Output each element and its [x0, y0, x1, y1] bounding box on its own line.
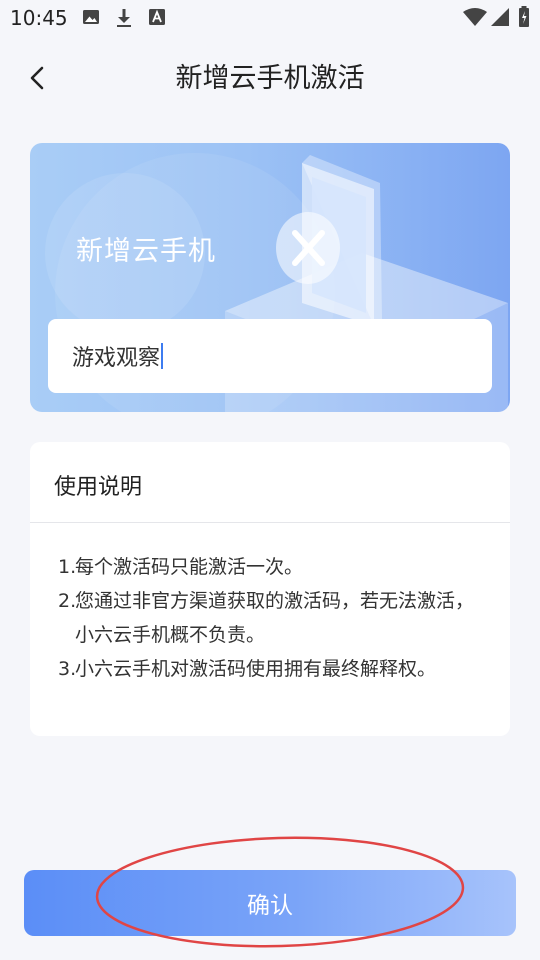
activation-code-value: 游戏观察 [72, 346, 161, 371]
list-item: 1. 每个激活码只能激活一次。 [58, 550, 490, 584]
battery-icon [519, 6, 529, 27]
confirm-button[interactable]: 确认 [24, 870, 516, 936]
list-item-text: 每个激活码只能激活一次。 [75, 556, 304, 578]
list-item-number: 1. [58, 556, 77, 578]
card-title: 新增云手机 [76, 236, 216, 267]
instructions-panel: 使用说明 1. 每个激活码只能激活一次。 2. 您通过非官方渠道获取的激活码，若… [30, 442, 510, 736]
text-recognition-icon [149, 9, 165, 25]
download-icon [117, 9, 131, 27]
text-caret [161, 343, 164, 369]
image-icon [83, 10, 99, 24]
list-item-number: 3. [58, 658, 77, 680]
list-item-text: 您通过非官方渠道获取的激活码，若无法激活，小六云手机概不负责。 [75, 590, 475, 646]
divider [30, 522, 510, 523]
instructions-list: 1. 每个激活码只能激活一次。 2. 您通过非官方渠道获取的激活码，若无法激活，… [58, 550, 490, 686]
instructions-heading: 使用说明 [54, 475, 143, 500]
cellular-signal-icon [491, 8, 509, 26]
confirm-button-label: 确认 [247, 893, 293, 919]
wifi-icon [463, 8, 487, 26]
page-title: 新增云手机激活 [175, 63, 365, 94]
list-item-text: 小六云手机对激活码使用拥有最终解释权。 [75, 658, 437, 680]
list-item-number: 2. [58, 590, 77, 612]
activation-code-input[interactable]: 游戏观察 [48, 319, 492, 393]
list-item: 2. 您通过非官方渠道获取的激活码，若无法激活，小六云手机概不负责。 [58, 584, 490, 652]
list-item: 3. 小六云手机对激活码使用拥有最终解释权。 [58, 652, 490, 686]
status-bar: 10:45 [0, 0, 540, 36]
activation-card: 新增云手机 游戏观察 [30, 143, 510, 412]
status-time: 10:45 [10, 6, 68, 30]
header: 新增云手机激活 [0, 36, 540, 120]
